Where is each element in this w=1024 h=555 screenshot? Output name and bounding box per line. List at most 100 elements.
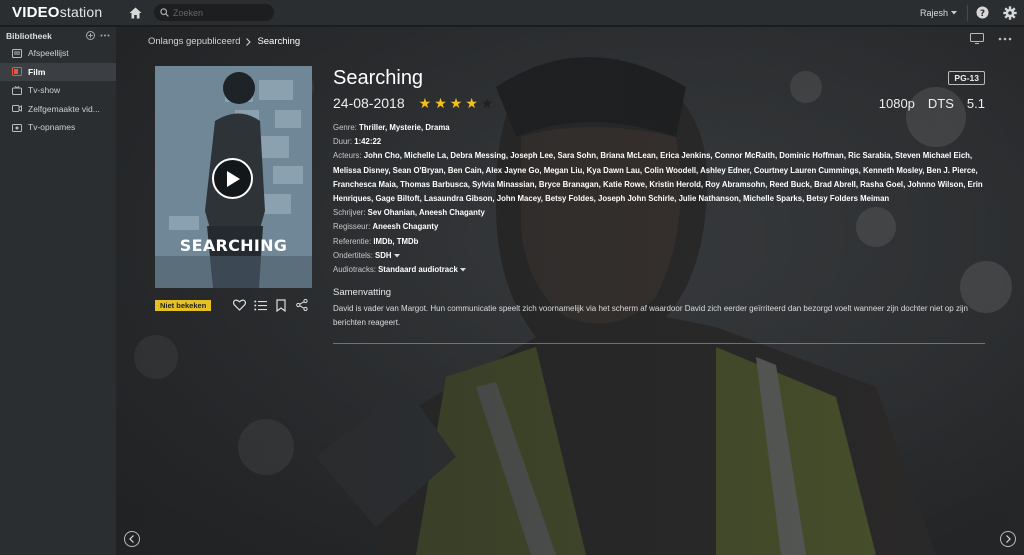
sidebar-item-home-videos[interactable]: Zelfgemaakte vid... <box>0 100 116 119</box>
subtitles-dropdown[interactable]: SDH <box>375 251 400 260</box>
share-button[interactable] <box>295 298 309 312</box>
audiotracks-row: Audiotracks: Standaard audiotrack <box>333 263 985 277</box>
search-box[interactable] <box>154 4 274 21</box>
add-to-playlist-button[interactable] <box>253 298 267 312</box>
writer-label: Schrijver: <box>333 208 366 218</box>
view-actions <box>970 33 1012 44</box>
reference-links[interactable]: IMDb, TMDb <box>373 237 418 246</box>
movie-poster[interactable]: SEARCHING <box>155 66 312 288</box>
heart-icon <box>232 299 246 311</box>
reference-row: Referentie: IMDb, TMDb <box>333 235 985 249</box>
chevron-right-icon <box>1006 535 1011 543</box>
sidebar-header-label: Bibliotheek <box>6 30 52 41</box>
sidebar-item-label: Tv-opnames <box>28 122 76 133</box>
next-movie-button[interactable] <box>1000 531 1016 547</box>
poster-title: SEARCHING <box>179 236 288 255</box>
play-icon <box>226 170 240 187</box>
audiotracks-dropdown[interactable]: Standaard audiotrack <box>378 265 466 274</box>
movie-summary-row: 24-08-2018 ★ ★ ★ ★ ★ 1080p DTS 5.1 <box>333 94 985 112</box>
divider <box>333 343 985 344</box>
subtitles-row: Ondertitels: SDH <box>333 249 985 263</box>
search-input[interactable] <box>173 7 273 18</box>
app-logo: VIDEO station <box>0 4 116 21</box>
star-filled-icon[interactable]: ★ <box>450 95 463 112</box>
audiotracks-value: Standaard audiotrack <box>378 265 458 275</box>
more-options-icon[interactable] <box>100 31 110 40</box>
settings-button[interactable] <box>996 0 1024 26</box>
subtitles-value: SDH <box>375 250 392 260</box>
sidebar-item-afspeellijst[interactable]: Afspeellijst <box>0 44 116 63</box>
genre-value[interactable]: Thriller, Mysterie, Drama <box>359 123 450 132</box>
star-filled-icon[interactable]: ★ <box>434 95 447 112</box>
writer-value[interactable]: Sev Ohanian, Aneesh Chaganty <box>368 208 485 217</box>
release-date: 24-08-2018 <box>333 95 405 111</box>
duration-label: Duur: <box>333 137 353 147</box>
sidebar-item-film[interactable]: Film <box>0 62 116 81</box>
movie-metadata: Genre: Thriller, Mysterie, Drama Duur: 1… <box>333 121 985 277</box>
star-filled-icon[interactable]: ★ <box>465 95 478 112</box>
sidebar: Bibliotheek Afspeellijst Film Tv-show Ze… <box>0 27 116 555</box>
movie-info: Searching PG-13 24-08-2018 ★ ★ ★ ★ ★ 1080p D… <box>333 67 985 329</box>
help-icon: ? <box>976 6 988 19</box>
movie-title: Searching <box>333 67 424 89</box>
chevron-left-icon <box>129 535 134 543</box>
user-name: Rajesh <box>919 7 948 18</box>
tv-recording-icon <box>11 122 22 133</box>
sidebar-item-tv-recordings[interactable]: Tv-opnames <box>0 118 116 137</box>
director-row: Regisseur: Aneesh Chaganty <box>333 220 985 234</box>
user-menu[interactable]: Rajesh <box>910 8 967 18</box>
svg-text:?: ? <box>979 9 984 19</box>
cast-icon[interactable] <box>970 33 984 44</box>
add-library-icon[interactable] <box>86 31 95 40</box>
actors-label: Acteurs: <box>333 151 362 161</box>
star-rating[interactable]: ★ ★ ★ ★ ★ <box>419 95 494 112</box>
sidebar-item-label: Film <box>28 66 46 77</box>
help-button[interactable]: ? <box>968 0 996 26</box>
audiotracks-label: Audiotracks: <box>333 265 376 275</box>
reference-label: Referentie: <box>333 236 372 246</box>
share-icon <box>296 299 308 311</box>
status-badge: Niet bekeken <box>155 300 212 311</box>
home-icon <box>129 7 141 18</box>
duration-value: 1:42:22 <box>354 137 382 147</box>
favorite-button[interactable] <box>232 298 246 312</box>
sidebar-item-label: Afspeellijst <box>28 48 69 59</box>
audio-channels: 5.1 <box>966 95 985 111</box>
summary-text: David is vader van Margot. Hun communica… <box>333 304 968 327</box>
audio-format: DTS <box>927 95 954 111</box>
more-options-icon[interactable] <box>998 37 1012 41</box>
actors-row: Acteurs: John Cho, Michelle La, Debra Me… <box>333 149 985 206</box>
video-station-app: VIDEOstation Rajesh ? Bibliotheek <box>0 0 1024 555</box>
resolution: 1080p <box>878 95 915 111</box>
director-value[interactable]: Aneesh Chaganty <box>372 222 438 231</box>
technical-specs: 1080p DTS 5.1 <box>879 96 985 111</box>
summary-heading: Samenvatting <box>333 287 392 299</box>
sidebar-item-label: Zelfgemaakte vid... <box>28 103 100 114</box>
star-empty-icon[interactable]: ★ <box>481 95 494 112</box>
logo-station-text: station <box>59 4 103 20</box>
subtitles-label: Ondertitels: <box>333 250 373 260</box>
play-button[interactable] <box>212 158 253 199</box>
star-filled-icon[interactable]: ★ <box>419 95 432 112</box>
content-rating-badge: PG-13 <box>948 71 985 85</box>
actors-value[interactable]: John Cho, Michelle La, Debra Messing, Jo… <box>333 151 983 203</box>
genre-label: Genre: <box>333 123 357 132</box>
film-icon <box>11 66 22 77</box>
home-button[interactable] <box>122 0 148 26</box>
logo-video-text: VIDEO <box>12 4 60 21</box>
chevron-right-icon <box>246 37 252 46</box>
top-right-controls: Rajesh ? <box>910 0 1024 26</box>
sidebar-header: Bibliotheek <box>0 27 116 44</box>
breadcrumb-parent-link[interactable]: Onlangs gepubliceerd <box>148 36 240 47</box>
sidebar-item-tv-show[interactable]: Tv-show <box>0 81 116 100</box>
sidebar-item-label: Tv-show <box>28 85 61 96</box>
list-icon <box>253 300 267 310</box>
bookmark-icon <box>276 298 286 312</box>
previous-movie-button[interactable] <box>124 531 140 547</box>
bookmark-button[interactable] <box>274 298 288 312</box>
director-label: Regisseur: <box>333 222 371 232</box>
tv-icon <box>11 85 22 96</box>
chevron-down-icon <box>951 10 957 14</box>
gear-icon <box>1003 5 1017 20</box>
top-bar: VIDEOstation Rajesh ? <box>0 0 1024 26</box>
